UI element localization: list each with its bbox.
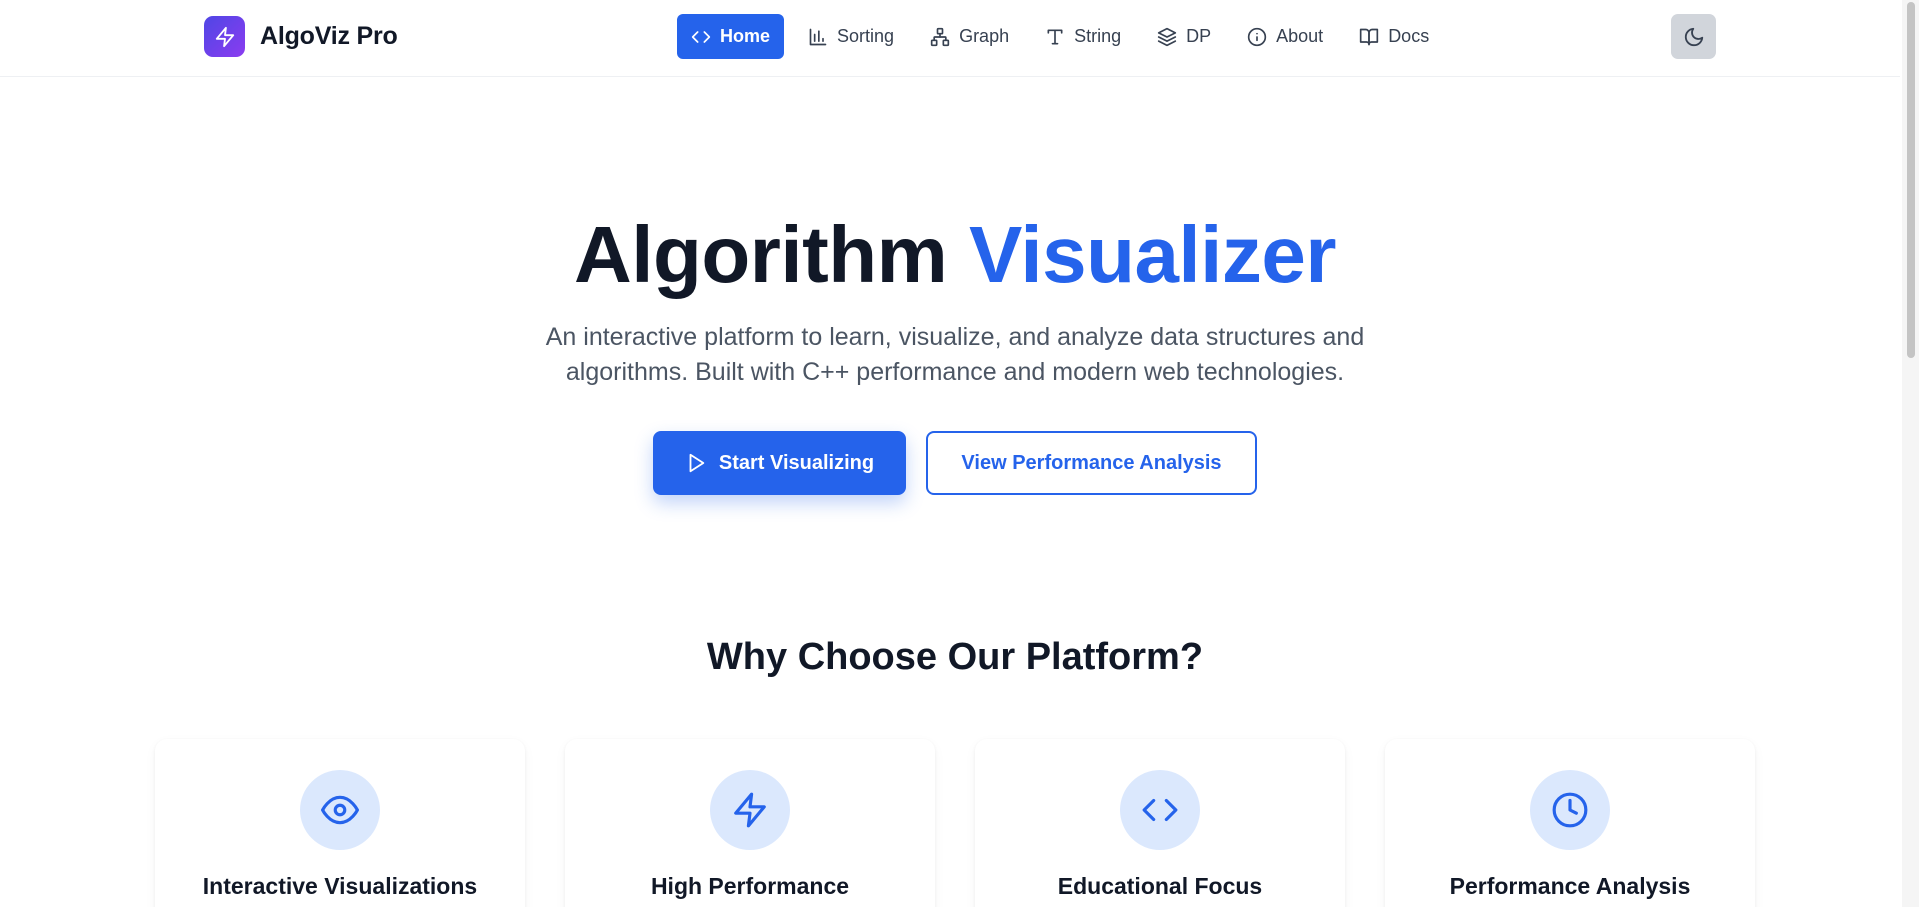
nav-item-sorting[interactable]: Sorting [796, 14, 906, 59]
clock-icon [1552, 792, 1588, 828]
eye-icon [321, 795, 359, 825]
nav-item-home[interactable]: Home [677, 14, 785, 59]
nav-item-label: Graph [959, 26, 1010, 46]
code-icon [1142, 798, 1178, 822]
brand-name: AlgoViz Pro [260, 22, 398, 50]
feature-icon-circle [710, 770, 790, 850]
feature-card-educational-focus: Educational Focus [975, 739, 1345, 907]
feature-card-title: High Performance [650, 873, 850, 899]
feature-card-interactive-visualizations: Interactive Visualizations [155, 739, 525, 907]
type-icon [1047, 29, 1063, 45]
lightning-icon [734, 792, 766, 828]
view-performance-analysis-label: View Performance Analysis [961, 451, 1222, 474]
layers-icon [1157, 27, 1177, 46]
nav-item-label: About [1276, 26, 1324, 46]
nav-item-graph[interactable]: Graph [918, 14, 1021, 59]
page: AlgoViz Pro Home Sorting Graph String DP [0, 0, 1919, 907]
lightning-icon [204, 16, 245, 57]
theme-toggle-button[interactable] [1671, 14, 1716, 59]
scrollbar-thumb[interactable] [1907, 2, 1915, 358]
bar-chart-icon [809, 28, 827, 45]
feature-card-high-performance: High Performance [565, 739, 935, 907]
feature-icon-circle [1120, 770, 1200, 850]
hero-title-main: Algorithm [573, 210, 948, 299]
view-performance-analysis-button[interactable]: View Performance Analysis [926, 431, 1257, 495]
brand[interactable]: AlgoViz Pro [204, 16, 398, 57]
feature-card-title: Educational Focus [1057, 873, 1263, 899]
nav-item-label: DP [1186, 26, 1212, 46]
hero-subtitle-line-1: An interactive platform to learn, visual… [545, 323, 1365, 351]
feature-icon-circle [300, 770, 380, 850]
info-icon [1247, 27, 1267, 46]
feature-card-performance-analysis: Performance Analysis [1385, 739, 1755, 907]
nav-item-label: Sorting [837, 26, 895, 46]
start-visualizing-button[interactable]: Start Visualizing [653, 431, 906, 495]
nav-item-docs[interactable]: Docs [1347, 14, 1441, 59]
features-heading: Why Choose Our Platform? [706, 636, 1204, 678]
nav-item-label: Docs [1388, 26, 1430, 46]
code-icon [691, 30, 711, 43]
hero-title: Algorithm Visualizer [0, 207, 1910, 303]
nav-item-dp[interactable]: DP [1145, 14, 1223, 59]
vertical-scrollbar[interactable] [1902, 0, 1919, 907]
nav-item-about[interactable]: About [1235, 14, 1335, 59]
main-nav: Home Sorting Graph String DP About Docs [677, 14, 1453, 59]
top-navigation-bar: AlgoViz Pro Home Sorting Graph String DP [0, 0, 1900, 77]
feature-icon-circle [1530, 770, 1610, 850]
hero-subtitle-line-2: algorithms. Built with C++ performance a… [565, 358, 1345, 386]
network-icon [930, 27, 950, 46]
hero-title-accent: Visualizer [968, 210, 1337, 299]
nav-item-label: Home [720, 26, 771, 46]
play-icon [689, 453, 705, 473]
feature-card-title: Performance Analysis [1449, 873, 1691, 899]
nav-item-label: String [1074, 26, 1122, 46]
feature-card-title: Interactive Visualizations [202, 873, 478, 899]
nav-item-string[interactable]: String [1033, 14, 1133, 59]
hero-subtitle: An interactive platform to learn, visual… [505, 320, 1405, 390]
book-icon [1360, 28, 1379, 45]
moon-icon [1684, 27, 1703, 46]
start-visualizing-label: Start Visualizing [718, 451, 875, 474]
